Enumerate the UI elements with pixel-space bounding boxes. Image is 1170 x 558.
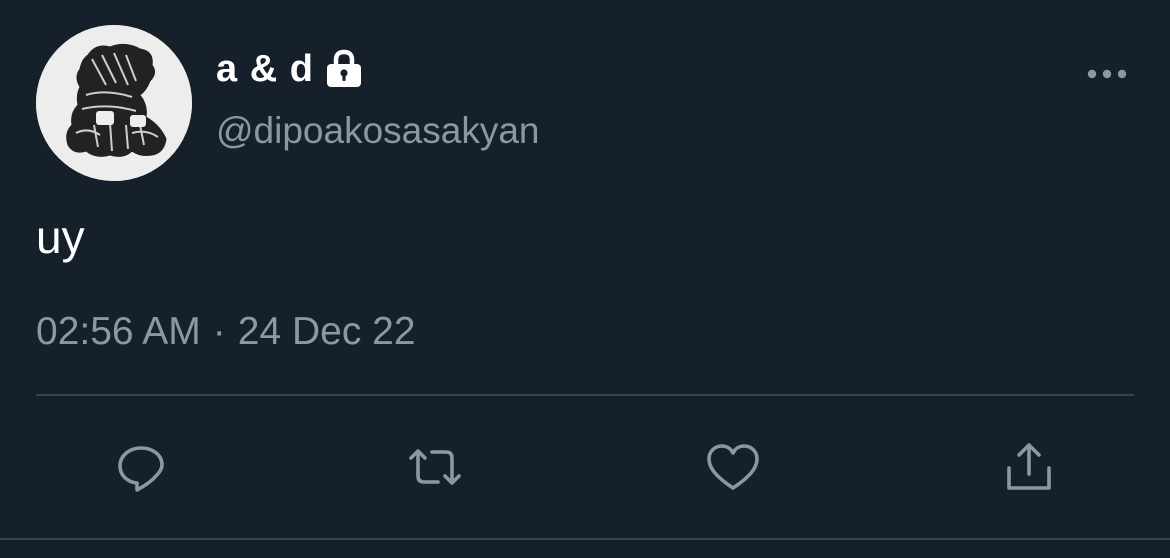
share-icon: [1007, 443, 1051, 490]
reply-icon: [118, 446, 164, 492]
bottom-divider: [0, 538, 1170, 540]
user-handle[interactable]: @dipoakosasakyan: [216, 110, 539, 152]
more-options-icon[interactable]: [1086, 64, 1128, 84]
share-button[interactable]: [998, 436, 1060, 498]
avatar[interactable]: [36, 25, 192, 181]
avatar-image: [36, 25, 192, 181]
retweet-button[interactable]: [404, 436, 466, 498]
retweet-icon: [409, 449, 461, 485]
timestamp-separator: ·: [212, 310, 226, 353]
tweet-time: 02:56 AM: [36, 310, 201, 353]
heart-icon: [707, 444, 759, 490]
tweet-detail: a & d @dipoakosasakyan uy 02:56 AM · 24 …: [0, 0, 1170, 558]
tweet-text: uy: [36, 211, 85, 263]
tweet-timestamp[interactable]: 02:56 AM · 24 Dec 22: [36, 310, 416, 354]
author-name-row[interactable]: a & d: [216, 44, 366, 94]
lock-icon: [322, 49, 366, 89]
display-name[interactable]: a & d: [216, 48, 314, 91]
reply-button[interactable]: [110, 436, 172, 498]
like-button[interactable]: [702, 436, 764, 498]
tweet-date: 24 Dec 22: [237, 310, 416, 353]
divider: [36, 394, 1134, 396]
